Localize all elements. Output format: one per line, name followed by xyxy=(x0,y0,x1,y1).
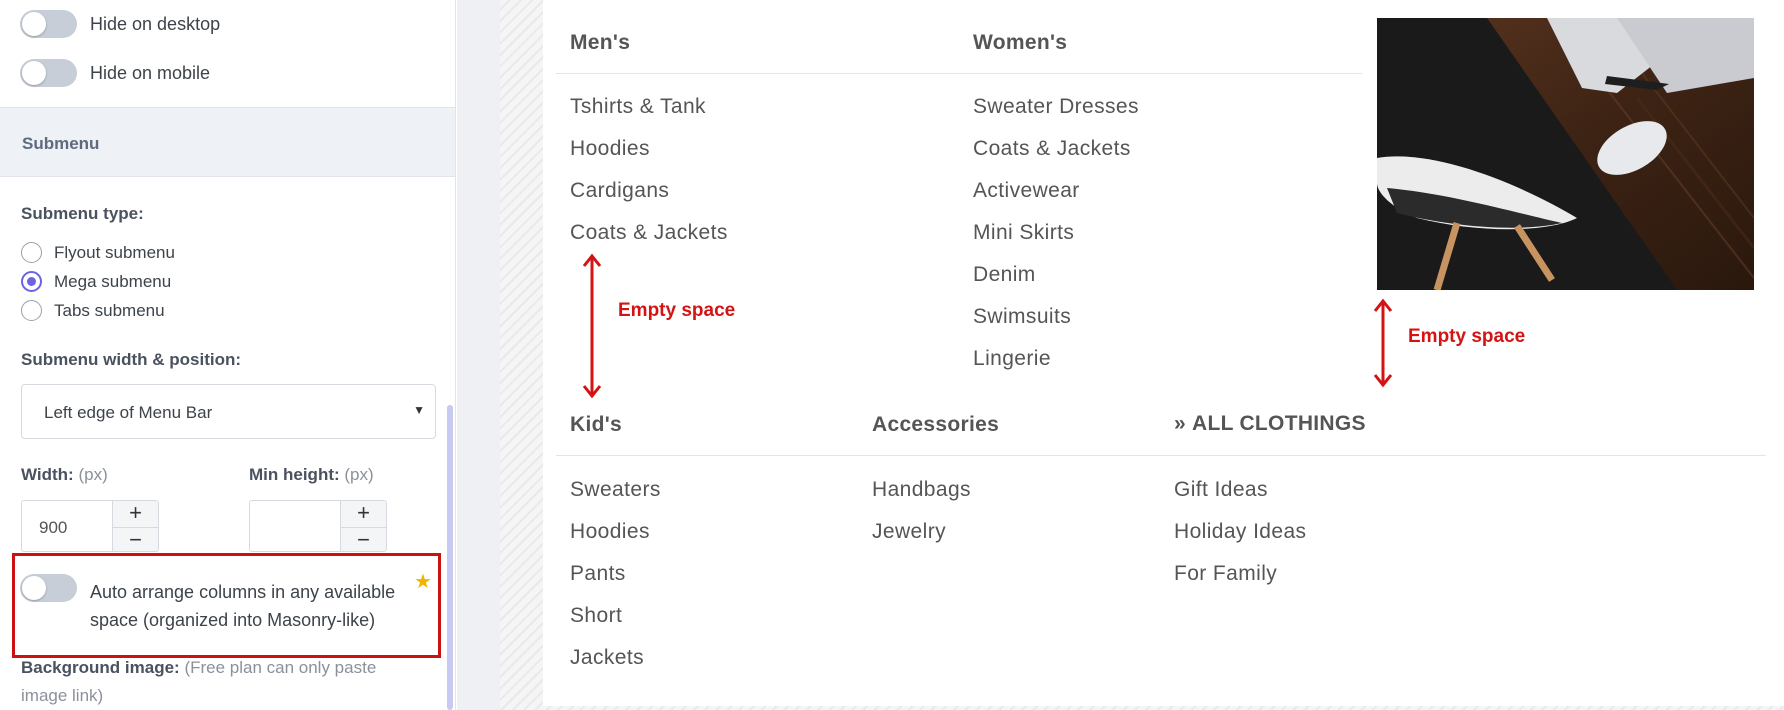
min-height-label: Min height: (px) xyxy=(249,465,374,485)
hide-mobile-label: Hide on mobile xyxy=(90,62,211,83)
empty-space-label-1: Empty space xyxy=(618,300,736,321)
divider xyxy=(556,455,1766,456)
double-chevron-right-icon: » xyxy=(1174,412,1186,435)
menu-link[interactable]: Mini Skirts xyxy=(973,221,1074,245)
divider xyxy=(556,73,1362,74)
width-increment-button[interactable]: + xyxy=(113,501,158,527)
section-title: Submenu xyxy=(22,134,100,153)
min-height-increment-button[interactable]: + xyxy=(341,501,386,527)
menu-link[interactable]: Swimsuits xyxy=(973,305,1071,329)
menu-link[interactable]: Denim xyxy=(973,263,1036,287)
width-unit: (px) xyxy=(78,465,108,484)
toggle-knob xyxy=(22,12,46,36)
menu-link[interactable]: Jewelry xyxy=(872,520,946,544)
hide-mobile-row: Hide on mobile xyxy=(20,59,210,87)
radio-flyout-row[interactable]: Flyout submenu xyxy=(21,242,175,263)
menu-link[interactable]: Sweater Dresses xyxy=(973,95,1139,119)
bg-image-label-text: Background image: xyxy=(21,658,180,677)
width-position-label: Submenu width & position: xyxy=(21,350,242,369)
radio-mega[interactable] xyxy=(21,271,42,292)
radio-mega-row[interactable]: Mega submenu xyxy=(21,271,171,292)
min-height-stepper[interactable]: + − xyxy=(249,500,387,552)
menu-image[interactable] xyxy=(1377,18,1754,290)
empty-space-arrow-2 xyxy=(1373,298,1393,388)
width-position-select[interactable]: Left edge of Menu Bar ▼ xyxy=(21,384,436,439)
settings-panel: Hide on desktop Hide on mobile Submenu S… xyxy=(0,0,456,710)
menu-link[interactable]: Activewear xyxy=(973,179,1080,203)
menu-link[interactable]: Hoodies xyxy=(570,137,650,161)
menu-link[interactable]: Cardigans xyxy=(570,179,669,203)
width-stepper[interactable]: 900 + − xyxy=(21,500,159,552)
column-title-kids[interactable]: Kid's xyxy=(570,413,622,437)
radio-tabs-row[interactable]: Tabs submenu xyxy=(21,300,165,321)
radio-tabs[interactable] xyxy=(21,300,42,321)
all-clothings-label: ALL CLOTHINGS xyxy=(1191,412,1366,435)
column-title-accessories[interactable]: Accessories xyxy=(872,413,999,437)
width-stepper-buttons: + − xyxy=(112,501,158,551)
hide-desktop-label: Hide on desktop xyxy=(90,13,221,34)
menu-link[interactable]: Tshirts & Tank xyxy=(570,95,706,119)
min-height-label-text: Min height: xyxy=(249,465,340,484)
panel-scrollbar[interactable] xyxy=(447,405,453,710)
menu-link[interactable]: Sweaters xyxy=(570,478,661,502)
star-icon: ★ xyxy=(414,571,432,593)
radio-flyout-label: Flyout submenu xyxy=(54,242,175,262)
menu-link[interactable]: Coats & Jackets xyxy=(570,221,728,245)
select-value: Left edge of Menu Bar xyxy=(44,403,213,422)
desk-photo xyxy=(1377,18,1754,290)
menu-link[interactable]: Hoodies xyxy=(570,520,650,544)
column-title-womens[interactable]: Women's xyxy=(973,31,1067,55)
menu-link[interactable]: Gift Ideas xyxy=(1174,478,1268,502)
toggle-knob xyxy=(22,61,46,85)
hide-desktop-toggle[interactable] xyxy=(20,10,77,38)
submenu-section-header[interactable]: Submenu xyxy=(0,107,455,177)
radio-flyout[interactable] xyxy=(21,242,42,263)
hide-mobile-toggle[interactable] xyxy=(20,59,77,87)
menu-link[interactable]: For Family xyxy=(1174,562,1277,586)
bg-image-label: Background image: (Free plan can only pa… xyxy=(21,654,421,710)
min-height-unit: (px) xyxy=(344,465,374,484)
menu-link[interactable]: Coats & Jackets xyxy=(973,137,1131,161)
dropdown-arrow-icon: ▼ xyxy=(413,403,425,417)
width-input[interactable]: 900 xyxy=(39,518,67,538)
min-height-stepper-buttons: + − xyxy=(340,501,386,551)
toggle-knob xyxy=(22,576,46,600)
menu-link[interactable]: Lingerie xyxy=(973,347,1051,371)
menu-link[interactable]: Short xyxy=(570,604,622,628)
menu-link[interactable]: Pants xyxy=(570,562,626,586)
width-decrement-button[interactable]: − xyxy=(113,527,158,551)
submenu-type-label: Submenu type: xyxy=(21,204,144,223)
menu-link[interactable]: Handbags xyxy=(872,478,971,502)
auto-arrange-label: Auto arrange columns in any available sp… xyxy=(90,582,396,630)
width-label: Width: (px) xyxy=(21,465,108,485)
menu-link[interactable]: Holiday Ideas xyxy=(1174,520,1306,544)
empty-space-label-2: Empty space xyxy=(1408,326,1526,347)
min-height-decrement-button[interactable]: − xyxy=(341,527,386,551)
radio-mega-label: Mega submenu xyxy=(54,271,172,291)
radio-tabs-label: Tabs submenu xyxy=(54,300,165,320)
width-label-text: Width: xyxy=(21,465,74,484)
hide-desktop-row: Hide on desktop xyxy=(20,10,220,38)
auto-arrange-toggle[interactable] xyxy=(20,574,77,602)
auto-arrange-row xyxy=(20,574,77,602)
column-title-mens[interactable]: Men's xyxy=(570,31,630,55)
column-title-all-clothings[interactable]: » ALL CLOTHINGS xyxy=(1174,412,1366,436)
menu-link[interactable]: Jackets xyxy=(570,646,644,670)
empty-space-arrow-1 xyxy=(582,253,602,399)
